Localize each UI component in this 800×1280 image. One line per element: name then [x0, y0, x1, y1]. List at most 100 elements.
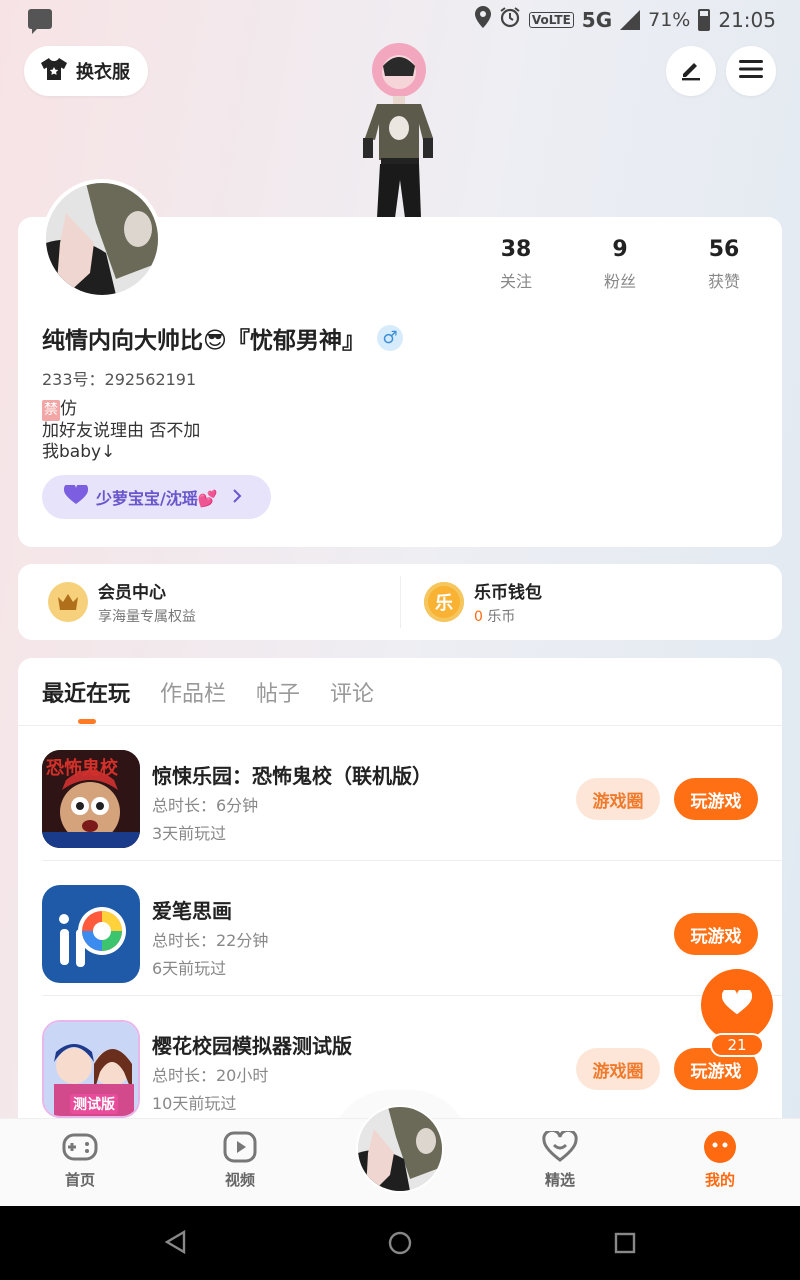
game-duration: 总时长：22分钟: [152, 931, 269, 950]
gamepad-icon: [62, 1131, 98, 1163]
wallet-unit: 乐币: [487, 609, 516, 625]
bio-line: 仿: [60, 399, 77, 419]
relationship-label: 少萝宝宝/沈瑶💕: [96, 489, 218, 508]
battery-percent: 71%: [648, 8, 691, 31]
nav-video[interactable]: 视频: [200, 1131, 280, 1190]
menu-icon: [739, 59, 763, 83]
wallet-title: 乐币钱包: [474, 583, 542, 603]
game-last-played: 6天前玩过: [152, 959, 227, 978]
tab-posts[interactable]: 帖子: [256, 676, 300, 708]
wallet-count: 0: [474, 609, 483, 625]
floating-count-badge: 21: [710, 1033, 764, 1057]
nav-label: 视频: [224, 1171, 255, 1189]
alarm-icon: [499, 6, 521, 33]
divider: [400, 576, 401, 628]
stat-number: 9: [612, 237, 628, 262]
game-row[interactable]: 恐怖鬼校 惊悚乐园：恐怖鬼校（联机版） 总时长：6分钟 3天前玩过 游戏圈 玩游…: [42, 726, 782, 861]
gender-male-icon: ♂: [376, 325, 403, 351]
game-title: 爱笔思画: [152, 899, 232, 923]
floating-heart-button[interactable]: [701, 969, 773, 1041]
game-duration: 总时长：20小时: [152, 1066, 269, 1085]
featured-heart-icon: [542, 1131, 578, 1163]
tab-recent-played[interactable]: 最近在玩: [42, 676, 130, 708]
game-circle-button[interactable]: 游戏圈: [576, 1048, 660, 1090]
member-wallet-card: 会员中心 享海量专属权益 乐 乐币钱包 0 乐币: [18, 564, 782, 640]
le-coin-icon: 乐: [424, 582, 464, 622]
signal-icon: [620, 9, 641, 30]
game-icon-text: 恐怖鬼校: [46, 758, 118, 779]
stat-likes[interactable]: 56 获赞: [672, 237, 776, 292]
nav-avatar[interactable]: [356, 1105, 444, 1193]
nav-label: 我的: [704, 1171, 735, 1189]
bio: 禁仿 加好友说理由 否不加 我baby↓: [42, 399, 200, 463]
volte-indicator: VoLTE: [528, 11, 574, 28]
game-icon-horror-school: 恐怖鬼校: [42, 750, 140, 848]
bio-line: 加好友说理由 否不加: [42, 421, 201, 441]
game-duration: 总时长：6分钟: [152, 796, 259, 815]
profile-tabs: 最近在玩 作品栏 帖子 评论: [42, 676, 374, 708]
avatar[interactable]: [42, 179, 162, 299]
nav-mine[interactable]: 我的: [680, 1131, 760, 1190]
bio-line: 我baby↓: [42, 442, 116, 462]
stat-following[interactable]: 38 关注: [464, 237, 568, 292]
stat-followers[interactable]: 9 粉丝: [568, 237, 672, 292]
member-center-subtitle: 享海量专属权益: [98, 609, 196, 625]
clock: 21:05: [718, 7, 776, 32]
game-title: 樱花校园模拟器测试版: [152, 1034, 352, 1058]
chevron-right-icon: [232, 488, 242, 507]
nickname-row: 纯情内向大帅比😎『忧郁男神』 ♂: [42, 321, 403, 355]
nav-home[interactable]: 首页: [40, 1131, 120, 1190]
game-last-played: 10天前玩过: [152, 1094, 237, 1113]
profile-stats: 38 关注 9 粉丝 56 获赞: [464, 237, 776, 292]
status-bar: VoLTE 5G 71% 21:05: [0, 0, 800, 40]
game-icon-sakura-school: 测试版: [42, 1020, 140, 1118]
nav-featured[interactable]: 精选: [520, 1131, 600, 1190]
change-outfit-button[interactable]: 换衣服: [24, 46, 148, 96]
stat-label: 粉丝: [603, 272, 636, 291]
heart-icon: [721, 987, 753, 1020]
back-icon[interactable]: [164, 1229, 186, 1258]
message-icon: [28, 9, 52, 34]
stat-number: 56: [708, 237, 740, 262]
network-indicator: 5G: [581, 7, 613, 32]
recents-icon[interactable]: [614, 1232, 636, 1258]
game-circle-button[interactable]: 游戏圈: [576, 778, 660, 820]
nickname: 纯情内向大帅比😎『忧郁男神』: [42, 328, 365, 354]
game-icon-text: 测试版: [70, 1094, 118, 1114]
battery-icon: [698, 8, 711, 31]
profile-card: 38 关注 9 粉丝 56 获赞 纯情内向大帅比😎『忧郁男神』 ♂ 233号：2…: [18, 179, 782, 547]
face-icon: [702, 1131, 738, 1163]
nav-label: 首页: [64, 1171, 95, 1189]
tab-indicator: [78, 719, 96, 724]
status-right: VoLTE 5G 71% 21:05: [474, 6, 776, 33]
system-nav-bar: [0, 1206, 800, 1280]
edit-icon: [679, 57, 703, 85]
crown-icon: [48, 582, 88, 622]
tab-works[interactable]: 作品栏: [160, 676, 226, 708]
avatar-character[interactable]: [355, 40, 445, 218]
member-center[interactable]: 会员中心 享海量专属权益: [48, 564, 196, 640]
game-title: 惊悚乐园：恐怖鬼校（联机版）: [152, 764, 432, 788]
heart-icon: [63, 482, 89, 509]
home-icon[interactable]: [388, 1231, 412, 1259]
play-game-button[interactable]: 玩游戏: [674, 913, 758, 955]
game-row[interactable]: 爱笔思画 总时长：22分钟 6天前玩过 玩游戏: [42, 861, 782, 996]
relationship-link[interactable]: 少萝宝宝/沈瑶💕: [42, 475, 271, 519]
wallet-balance: 0 乐币: [474, 606, 542, 626]
video-icon: [222, 1131, 258, 1163]
coin-wallet[interactable]: 乐 乐币钱包 0 乐币: [424, 564, 542, 640]
stat-label: 关注: [499, 272, 532, 291]
stat-label: 获赞: [707, 272, 740, 291]
tshirt-icon: [40, 57, 68, 86]
play-game-button[interactable]: 玩游戏: [674, 778, 758, 820]
change-outfit-label: 换衣服: [76, 62, 130, 83]
menu-button[interactable]: [726, 46, 776, 96]
member-center-title: 会员中心: [98, 583, 166, 603]
game-last-played: 3天前玩过: [152, 824, 227, 843]
edit-profile-button[interactable]: [666, 46, 716, 96]
tab-comments[interactable]: 评论: [330, 676, 374, 708]
game-icon-ibispaint: [42, 885, 140, 983]
user-id: 233号：292562191: [42, 370, 197, 389]
ban-tag: 禁: [42, 400, 60, 421]
stat-number: 38: [500, 237, 532, 262]
